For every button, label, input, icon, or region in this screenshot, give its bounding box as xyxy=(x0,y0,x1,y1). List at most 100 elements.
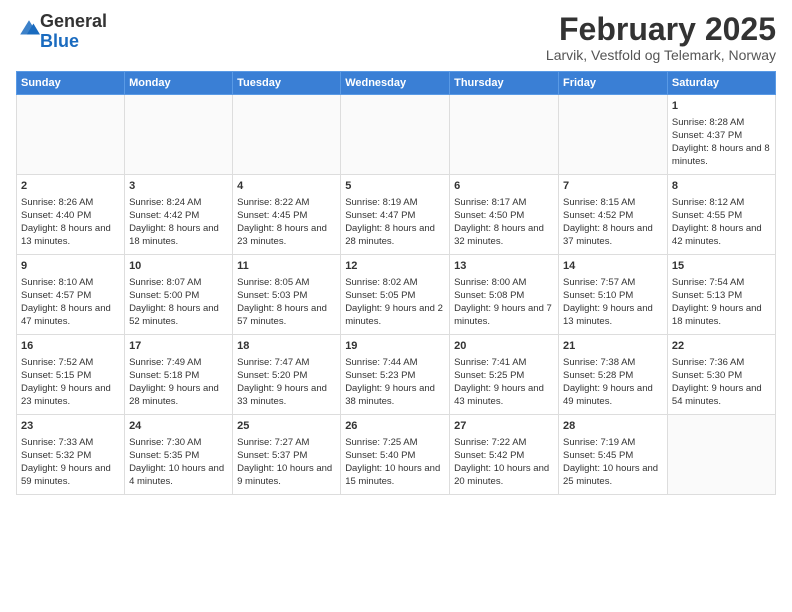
calendar-cell: 7 Sunrise: 8:15 AMSunset: 4:52 PMDaylight… xyxy=(559,175,668,255)
day-number: 11 xyxy=(237,259,336,274)
day-info: Sunrise: 7:33 AM xyxy=(21,436,120,449)
day-info: Sunset: 4:50 PM xyxy=(454,209,554,222)
calendar-cell xyxy=(233,95,341,175)
day-info: Daylight: 8 hours and 18 minutes. xyxy=(129,222,228,249)
day-info: Sunset: 5:10 PM xyxy=(563,289,663,302)
calendar-cell: 23Sunrise: 7:33 AMSunset: 5:32 PMDayligh… xyxy=(17,415,125,495)
calendar-cell: 10Sunrise: 8:07 AMSunset: 5:00 PMDayligh… xyxy=(125,255,233,335)
day-info: Daylight: 8 hours and 57 minutes. xyxy=(237,302,336,329)
weekday-header-sunday: Sunday xyxy=(17,72,125,95)
day-info: Sunset: 4:37 PM xyxy=(672,129,771,142)
weekday-header-thursday: Thursday xyxy=(450,72,559,95)
day-info: Sunrise: 7:36 AM xyxy=(672,356,771,369)
calendar-cell: 14Sunrise: 7:57 AMSunset: 5:10 PMDayligh… xyxy=(559,255,668,335)
calendar-week-1: 1Sunrise: 8:28 AMSunset: 4:37 PMDaylight… xyxy=(17,95,776,175)
day-info: Sunset: 5:13 PM xyxy=(672,289,771,302)
day-info: Daylight: 10 hours and 9 minutes. xyxy=(237,462,336,489)
calendar-cell: 15Sunrise: 7:54 AMSunset: 5:13 PMDayligh… xyxy=(667,255,775,335)
calendar-cell: 8Sunrise: 8:12 AMSunset: 4:55 PMDaylight… xyxy=(667,175,775,255)
logo-blue: Blue xyxy=(40,31,79,51)
day-info: Sunrise: 8:24 AM xyxy=(129,196,228,209)
day-number: 1 xyxy=(672,99,771,114)
day-number: 12 xyxy=(345,259,445,274)
calendar-cell: 2 Sunrise: 8:26 AMSunset: 4:40 PMDaylight… xyxy=(17,175,125,255)
calendar-cell: 24 Sunrise: 7:30 AMSunset: 5:35 PMDayligh… xyxy=(125,415,233,495)
day-number: 17 xyxy=(129,339,228,354)
day-number: 2 xyxy=(21,179,120,194)
weekday-header-monday: Monday xyxy=(125,72,233,95)
weekday-header-row: SundayMondayTuesdayWednesdayThursdayFrid… xyxy=(17,72,776,95)
day-info: Sunrise: 8:10 AM xyxy=(21,276,120,289)
day-info: Sunset: 5:42 PM xyxy=(454,449,554,462)
day-number: 9 xyxy=(21,259,120,274)
day-info: Sunset: 5:35 PM xyxy=(129,449,228,462)
day-info: Daylight: 9 hours and 38 minutes. xyxy=(345,382,445,409)
day-number: 13 xyxy=(454,259,554,274)
header: General Blue February 2025 Larvik, Vestf… xyxy=(16,12,776,63)
day-info: Sunrise: 7:38 AM xyxy=(563,356,663,369)
day-info: Daylight: 9 hours and 59 minutes. xyxy=(21,462,120,489)
weekday-header-saturday: Saturday xyxy=(667,72,775,95)
day-number: 7 xyxy=(563,179,663,194)
day-info: Sunrise: 7:22 AM xyxy=(454,436,554,449)
day-info: Sunset: 4:57 PM xyxy=(21,289,120,302)
day-info: Daylight: 10 hours and 25 minutes. xyxy=(563,462,663,489)
day-info: Sunset: 5:23 PM xyxy=(345,369,445,382)
day-info: Daylight: 9 hours and 28 minutes. xyxy=(129,382,228,409)
calendar-cell: 25Sunrise: 7:27 AMSunset: 5:37 PMDayligh… xyxy=(233,415,341,495)
day-info: Daylight: 10 hours and 15 minutes. xyxy=(345,462,445,489)
day-info: Daylight: 8 hours and 32 minutes. xyxy=(454,222,554,249)
page-container: General Blue February 2025 Larvik, Vestf… xyxy=(0,0,792,503)
day-info: Sunrise: 7:25 AM xyxy=(345,436,445,449)
day-number: 23 xyxy=(21,419,120,434)
day-number: 14 xyxy=(563,259,663,274)
day-number: 6 xyxy=(454,179,554,194)
calendar-cell xyxy=(17,95,125,175)
day-info: Sunset: 5:03 PM xyxy=(237,289,336,302)
day-info: Daylight: 9 hours and 23 minutes. xyxy=(21,382,120,409)
calendar-cell: 1Sunrise: 8:28 AMSunset: 4:37 PMDaylight… xyxy=(667,95,775,175)
day-info: Sunrise: 8:15 AM xyxy=(563,196,663,209)
day-info: Sunrise: 8:28 AM xyxy=(672,116,771,129)
day-info: Daylight: 8 hours and 13 minutes. xyxy=(21,222,120,249)
day-info: Sunrise: 8:22 AM xyxy=(237,196,336,209)
day-info: Daylight: 10 hours and 4 minutes. xyxy=(129,462,228,489)
calendar-cell: 18Sunrise: 7:47 AMSunset: 5:20 PMDayligh… xyxy=(233,335,341,415)
day-info: Sunset: 5:00 PM xyxy=(129,289,228,302)
calendar-cell: 26 Sunrise: 7:25 AMSunset: 5:40 PMDayligh… xyxy=(341,415,450,495)
day-number: 16 xyxy=(21,339,120,354)
day-info: Sunset: 4:42 PM xyxy=(129,209,228,222)
day-number: 27 xyxy=(454,419,554,434)
day-number: 21 xyxy=(563,339,663,354)
day-info: Sunset: 4:40 PM xyxy=(21,209,120,222)
logo: General Blue xyxy=(16,12,107,52)
calendar-cell: 19Sunrise: 7:44 AMSunset: 5:23 PMDayligh… xyxy=(341,335,450,415)
logo-text: General Blue xyxy=(40,12,107,52)
day-info: Daylight: 8 hours and 42 minutes. xyxy=(672,222,771,249)
calendar-cell xyxy=(125,95,233,175)
day-info: Sunrise: 7:30 AM xyxy=(129,436,228,449)
day-number: 26 xyxy=(345,419,445,434)
day-info: Daylight: 8 hours and 37 minutes. xyxy=(563,222,663,249)
day-info: Sunset: 5:18 PM xyxy=(129,369,228,382)
month-title: February 2025 xyxy=(546,12,776,47)
day-info: Daylight: 9 hours and 13 minutes. xyxy=(563,302,663,329)
logo-icon xyxy=(18,18,40,40)
calendar-cell: 13Sunrise: 8:00 AMSunset: 5:08 PMDayligh… xyxy=(450,255,559,335)
calendar-cell: 6Sunrise: 8:17 AMSunset: 4:50 PMDaylight… xyxy=(450,175,559,255)
day-info: Sunrise: 7:27 AM xyxy=(237,436,336,449)
day-info: Sunrise: 8:12 AM xyxy=(672,196,771,209)
calendar-cell: 12Sunrise: 8:02 AMSunset: 5:05 PMDayligh… xyxy=(341,255,450,335)
day-info: Sunrise: 7:47 AM xyxy=(237,356,336,369)
day-info: Sunrise: 7:44 AM xyxy=(345,356,445,369)
calendar-cell: 5Sunrise: 8:19 AMSunset: 4:47 PMDaylight… xyxy=(341,175,450,255)
calendar-cell xyxy=(450,95,559,175)
day-number: 24 xyxy=(129,419,228,434)
day-info: Sunrise: 7:49 AM xyxy=(129,356,228,369)
calendar-cell: 3Sunrise: 8:24 AMSunset: 4:42 PMDaylight… xyxy=(125,175,233,255)
day-info: Sunset: 4:52 PM xyxy=(563,209,663,222)
day-info: Sunset: 5:08 PM xyxy=(454,289,554,302)
calendar-cell: 4Sunrise: 8:22 AMSunset: 4:45 PMDaylight… xyxy=(233,175,341,255)
day-info: Sunset: 5:40 PM xyxy=(345,449,445,462)
day-info: Sunrise: 8:26 AM xyxy=(21,196,120,209)
